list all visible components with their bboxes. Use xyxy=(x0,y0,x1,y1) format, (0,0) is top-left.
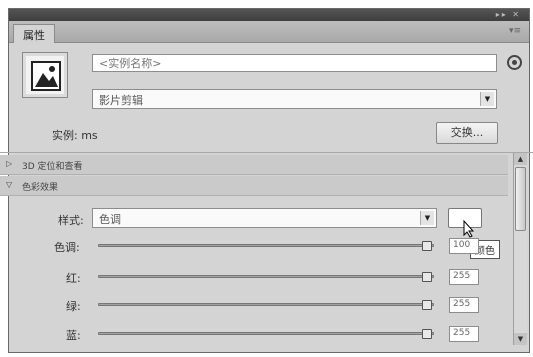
vertical-scrollbar[interactable]: ▲ ▼ xyxy=(513,153,527,345)
swap-button[interactable]: 交换... xyxy=(436,122,498,144)
tint-slider-track[interactable] xyxy=(98,244,434,247)
color-style-select[interactable]: 色调 ▼ xyxy=(92,208,437,228)
tint-label: 色调: xyxy=(54,241,80,254)
green-slider-track[interactable] xyxy=(98,303,434,306)
expanded-triangle-icon: ▽ xyxy=(6,180,13,189)
section-color-effect[interactable]: ▽ 色彩效果 xyxy=(0,176,508,196)
green-value-field[interactable]: 255 xyxy=(449,297,479,313)
color-style-value: 色调 xyxy=(99,213,121,226)
red-slider-thumb[interactable] xyxy=(422,272,432,282)
collapsed-triangle-icon: ▷ xyxy=(6,159,13,168)
scroll-up-arrow-icon[interactable]: ▲ xyxy=(514,153,527,165)
mouse-pointer-icon xyxy=(463,220,475,238)
section-3d-position[interactable]: ▷ 3D 定位和查看 xyxy=(0,155,508,175)
blue-value-field[interactable]: 255 xyxy=(449,326,479,342)
edit-symbol-icon[interactable] xyxy=(507,55,522,70)
blue-slider-track[interactable] xyxy=(98,332,434,335)
red-label: 红: xyxy=(66,272,81,285)
tab-properties[interactable]: 属性 xyxy=(13,24,55,43)
instance-label: 实例: ms xyxy=(52,127,98,143)
red-value-field[interactable]: 255 xyxy=(449,269,479,285)
panel-menu-icon[interactable]: ▾≡ xyxy=(509,26,521,36)
scroll-down-arrow-icon[interactable]: ▼ xyxy=(514,333,527,345)
tint-slider-thumb[interactable] xyxy=(422,241,432,251)
symbol-name: ms xyxy=(81,129,98,142)
section-label: 3D 定位和查看 xyxy=(22,162,83,172)
red-slider-track[interactable] xyxy=(98,275,434,278)
blue-slider-thumb[interactable] xyxy=(422,329,432,339)
panel-titlebar[interactable]: ▸▸ ✕ xyxy=(9,9,529,21)
window-controls[interactable]: ▸▸ ✕ xyxy=(496,10,521,19)
instance-type-value: 影片剪辑 xyxy=(99,94,143,107)
dropdown-arrow-icon[interactable]: ▼ xyxy=(420,211,434,225)
movieclip-symbol-icon xyxy=(22,52,68,98)
style-label: 样式: xyxy=(58,214,84,227)
tab-bar: 属性 ▾≡ xyxy=(9,21,529,43)
instance-name-input[interactable] xyxy=(92,54,497,72)
tint-value-field[interactable]: 100 xyxy=(449,238,479,254)
green-label: 绿: xyxy=(66,300,81,313)
blue-label: 蓝: xyxy=(66,329,81,342)
section-label: 色彩效果 xyxy=(22,183,59,193)
dropdown-arrow-icon[interactable]: ▼ xyxy=(480,92,494,106)
scrollbar-thumb[interactable] xyxy=(515,167,526,231)
instance-label-text: 实例: xyxy=(52,129,82,142)
green-slider-thumb[interactable] xyxy=(422,300,432,310)
instance-type-select[interactable]: 影片剪辑 ▼ xyxy=(92,89,497,109)
